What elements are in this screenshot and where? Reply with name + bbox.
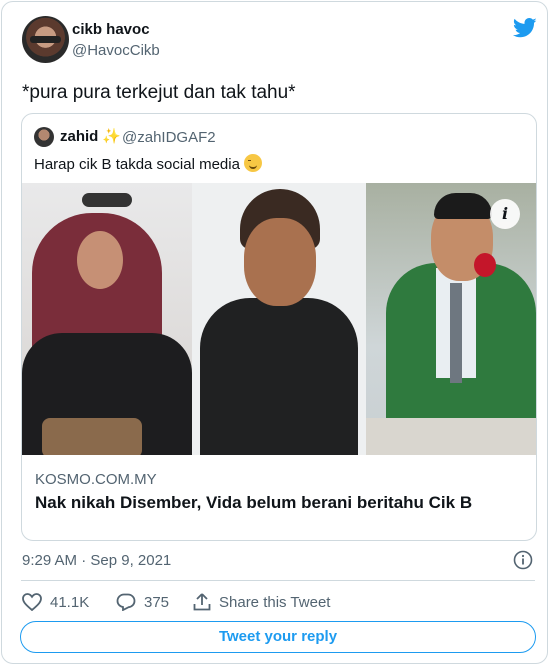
reply-icon bbox=[116, 593, 136, 611]
tweet-your-reply-button[interactable]: Tweet your reply bbox=[20, 621, 536, 653]
relieved-face-emoji-icon bbox=[243, 154, 262, 172]
link-source[interactable]: KOSMO.COM.MY bbox=[35, 471, 157, 488]
heart-icon bbox=[22, 593, 42, 611]
quoted-handle[interactable]: @zahIDGAF2 bbox=[122, 129, 216, 146]
quoted-text-row: Harap cik B takda social media bbox=[34, 154, 262, 173]
quoted-text: Harap cik B takda social media bbox=[34, 156, 240, 173]
share-button[interactable]: Share this Tweet bbox=[193, 593, 330, 611]
author-handle[interactable]: @HavocCikb bbox=[72, 42, 160, 59]
divider bbox=[21, 580, 535, 581]
reply-count: 375 bbox=[144, 593, 170, 611]
twitter-bird-icon[interactable] bbox=[513, 18, 537, 38]
author-display-name[interactable]: cikb havoc bbox=[72, 21, 150, 38]
photo-woman-black-jacket bbox=[192, 183, 366, 455]
like-count: 41.1K bbox=[50, 593, 90, 611]
share-label: Share this Tweet bbox=[219, 593, 331, 611]
quoted-display-name[interactable]: zahid bbox=[60, 128, 98, 145]
quoted-avatar[interactable] bbox=[34, 127, 54, 147]
info-icon[interactable] bbox=[513, 550, 533, 570]
link-card-image[interactable]: i bbox=[22, 183, 536, 455]
like-button[interactable]: 41.1K bbox=[22, 593, 89, 611]
share-icon bbox=[193, 593, 211, 611]
photo-woman-hijab bbox=[22, 183, 192, 455]
tweet-text: *pura pura terkejut dan tak tahu* bbox=[22, 82, 296, 103]
tweet-timestamp[interactable]: 9:29 AM · Sep 9, 2021 bbox=[22, 552, 171, 569]
quoted-tweet[interactable]: zahid ✨ @zahIDGAF2 Harap cik B takda soc… bbox=[21, 113, 537, 541]
image-info-button[interactable]: i bbox=[490, 199, 520, 229]
star-emoji-icon: ✨ bbox=[102, 128, 121, 145]
reply-action[interactable]: 375 bbox=[116, 593, 169, 611]
tweet-card: cikb havoc @HavocCikb *pura pura terkeju… bbox=[1, 1, 548, 664]
link-headline[interactable]: Nak nikah Disember, Vida belum berani be… bbox=[35, 493, 472, 513]
author-avatar[interactable] bbox=[22, 16, 69, 63]
